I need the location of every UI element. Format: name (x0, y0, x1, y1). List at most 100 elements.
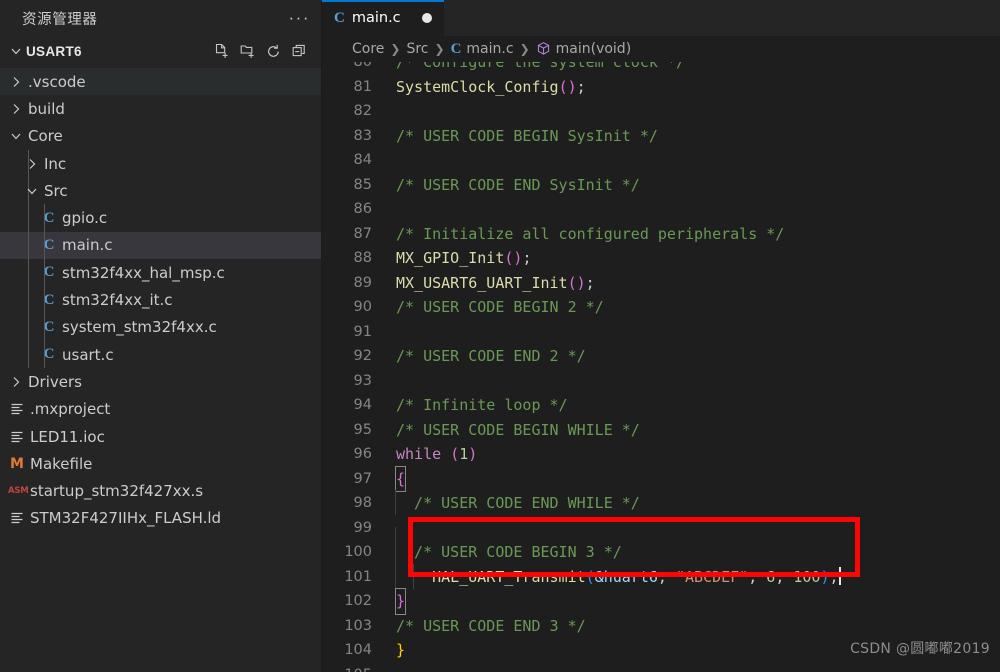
code-token: SystemClock_Config (396, 77, 559, 96)
code-line-text: /* USER CODE BEGIN SysInit */ (394, 124, 1000, 149)
line-number: 82 (353, 103, 372, 119)
line-number: 94 (353, 397, 372, 413)
tree-file-led11-ioc[interactable]: LED11.ioc (0, 423, 322, 450)
line-number: 96 (353, 446, 372, 462)
code-token: /* Initialize all configured peripherals… (396, 224, 785, 243)
tree-file-makefile[interactable]: M Makefile (0, 450, 322, 477)
tree-file-mxproject[interactable]: .mxproject (0, 396, 322, 423)
code-token: , (775, 567, 794, 586)
c-file-icon: C (43, 291, 55, 308)
code-line: 83 /* USER CODE BEGIN SysInit */ (322, 124, 1000, 149)
tree-item-label: usart.c (62, 345, 114, 364)
breadcrumb-separator-icon: ❯ (519, 42, 530, 56)
code-token: HAL_UART_Transmit (396, 567, 586, 586)
document-file-icon (8, 511, 26, 525)
tree-file-main-c[interactable]: Cmain.c (0, 231, 322, 260)
chevron-right-icon[interactable] (24, 156, 40, 172)
code-token: } (396, 641, 406, 659)
code-line: 93 (322, 369, 1000, 394)
tree-item-label: Inc (44, 154, 67, 173)
breadcrumb-item-main-c[interactable]: Cmain.c (451, 41, 514, 58)
code-line: 97 { (322, 465, 1000, 492)
new-folder-icon[interactable] (239, 43, 256, 60)
breadcrumb-item-main-void[interactable]: main(void) (536, 41, 632, 57)
breadcrumb-label: main(void) (555, 41, 632, 57)
code-token: , (657, 567, 676, 586)
code-line: 90 /* USER CODE BEGIN 2 */ (322, 295, 1000, 320)
code-token: while (396, 445, 451, 463)
code-token: 1 (459, 445, 469, 463)
tree-file-gpio-c[interactable]: Cgpio.c (0, 204, 322, 232)
unsaved-changes-dot[interactable] (421, 13, 432, 23)
line-number: 105 (322, 663, 394, 672)
code-editor[interactable]: 80 /* Configure the system clock */ 81 Syst… (322, 62, 1000, 672)
chevron-down-icon[interactable] (24, 183, 40, 199)
code-token: () (504, 249, 523, 267)
line-number: 89 (353, 274, 372, 291)
collapse-all-icon[interactable] (291, 43, 308, 60)
new-file-icon[interactable] (213, 43, 230, 60)
code-token: ( (585, 567, 595, 586)
breadcrumb-item-core[interactable]: Core (352, 41, 384, 57)
code-token: ; (585, 273, 595, 292)
editor-tab-main-c[interactable]: Cmain.c (322, 0, 444, 36)
tree-file-stm32f427iihx-flash-ld[interactable]: STM32F427IIHx_FLASH.ld (0, 505, 322, 532)
line-number: 80 (353, 62, 372, 70)
explorer-title-bar: 资源管理器 ··· (0, 0, 322, 36)
file-tree: .vscode build Core Inc Src Cgpio.c Cmain.c Cstm… (0, 66, 322, 672)
code-token: "ABCDEF" (675, 567, 749, 586)
refresh-icon[interactable] (265, 43, 282, 60)
code-line-text: while (1) (394, 442, 1000, 467)
line-number: 102 (344, 593, 372, 609)
chevron-down-icon[interactable] (8, 43, 24, 59)
tree-file-usart-c[interactable]: Cusart.c (0, 340, 322, 369)
chevron-right-icon[interactable] (8, 374, 24, 390)
code-line-text: /* Infinite loop */ (394, 393, 1000, 418)
breadcrumb-item-src[interactable]: Src (406, 41, 428, 57)
tree-file-startup-stm32f427xx-s[interactable]: ASM startup_stm32f427xx.s (0, 477, 322, 504)
code-line: 81 SystemClock_Config(); (322, 75, 1000, 100)
chevron-right-icon[interactable] (8, 74, 24, 90)
chevron-right-icon[interactable] (8, 101, 24, 117)
line-number: 98 (353, 495, 372, 511)
c-file-icon: C (43, 318, 55, 335)
tree-folder-drivers[interactable]: Drivers (0, 368, 322, 395)
asm-file-icon: ASM (8, 486, 29, 497)
tree-folder-vscode[interactable]: .vscode (0, 68, 322, 96)
code-line-text: } (394, 588, 1000, 615)
code-line: 96 while (1) (322, 442, 1000, 467)
tree-file-system-stm32f4xx-c[interactable]: Csystem_stm32f4xx.c (0, 313, 322, 341)
code-line: 102} (322, 588, 1000, 615)
folder-section-header[interactable]: USART6 (0, 36, 322, 66)
makefile-icon: M (10, 455, 24, 472)
code-token: } (394, 588, 407, 615)
c-file-icon: C (43, 264, 55, 281)
code-token: &huart6 (594, 567, 658, 586)
tree-file-stm32f4xx-hal-msp-c[interactable]: Cstm32f4xx_hal_msp.c (0, 259, 322, 287)
code-token: ( (450, 445, 460, 463)
tree-folder-build[interactable]: build (0, 95, 322, 122)
explorer-more-actions-icon[interactable]: ··· (289, 9, 310, 26)
tree-folder-inc[interactable]: Inc (0, 149, 322, 178)
breadcrumb-label: main.c (466, 41, 514, 57)
tree-item-label: build (28, 99, 65, 118)
line-number: 93 (353, 372, 372, 389)
tree-folder-src[interactable]: Src (0, 177, 322, 205)
code-line: 100 /* USER CODE BEGIN 3 */ (322, 539, 1000, 565)
code-token: /* Configure the system clock */ (396, 62, 685, 71)
tree-item-label: Drivers (28, 372, 82, 391)
code-line-text: { (394, 465, 1000, 492)
workspace-folder-name: USART6 (26, 43, 82, 59)
breadcrumb-label: Src (406, 41, 429, 57)
line-number: 92 (353, 348, 372, 364)
code-line-text: /* USER CODE END WHILE */ (394, 490, 1000, 516)
tree-folder-core[interactable]: Core (0, 123, 322, 150)
tree-file-stm32f4xx-it-c[interactable]: Cstm32f4xx_it.c (0, 286, 322, 314)
code-line-text: /* USER CODE BEGIN WHILE */ (394, 418, 1000, 443)
code-token: /* USER CODE END SysInit */ (396, 175, 640, 194)
code-line: 88 MX_GPIO_Init(); (322, 246, 1000, 271)
chevron-down-icon[interactable] (8, 128, 24, 144)
code-line: 94 /* Infinite loop */ (322, 393, 1000, 418)
code-line: 89 MX_USART6_UART_Init(); (322, 271, 1000, 296)
tree-item-label: Core (28, 127, 63, 146)
